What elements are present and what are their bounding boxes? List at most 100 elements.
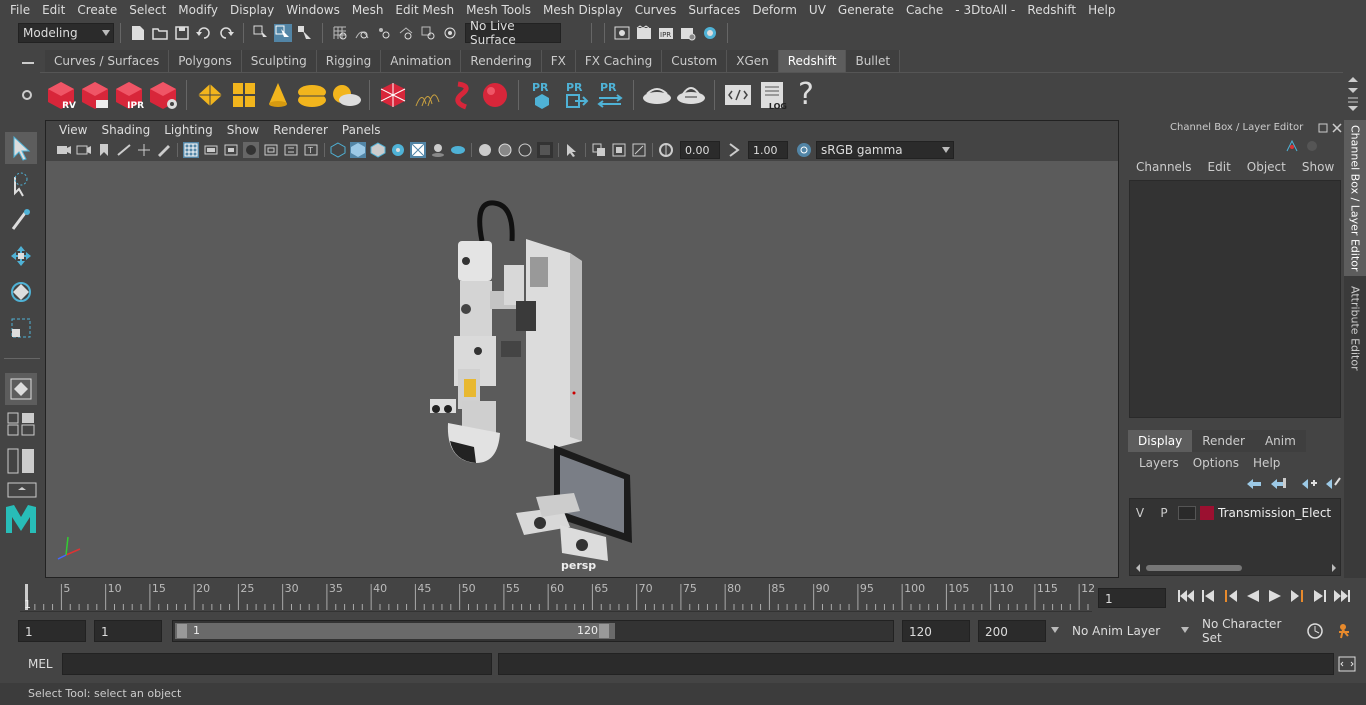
color-management-icon[interactable] — [796, 142, 812, 158]
camera-select-icon[interactable] — [56, 142, 72, 158]
bake-set-icon[interactable] — [675, 79, 707, 111]
channel-box-menu-channels[interactable]: Channels — [1128, 160, 1200, 174]
viewport-menu-renderer[interactable]: Renderer — [266, 123, 335, 137]
layer-playback-toggle[interactable]: P — [1154, 506, 1174, 520]
textured-icon[interactable] — [390, 142, 406, 158]
image-plane-icon[interactable] — [116, 142, 132, 158]
layer-list-scrollbar[interactable] — [1134, 562, 1338, 572]
channel-box-menu-show[interactable]: Show — [1294, 160, 1342, 174]
tab-fx-caching[interactable]: FX Caching — [575, 50, 663, 72]
viewport-3d[interactable]: persp — [46, 161, 1118, 577]
anim-layer-dropdown[interactable]: No Anim Layer — [1050, 620, 1170, 642]
step-forward-icon[interactable] — [1311, 588, 1327, 607]
play-forwards-icon[interactable] — [1267, 588, 1283, 607]
field-chart-icon[interactable] — [263, 142, 279, 158]
snap-curve-icon[interactable] — [353, 24, 371, 42]
tab-rigging[interactable]: Rigging — [316, 50, 382, 72]
bookmark-icon[interactable] — [96, 142, 112, 158]
layer-name[interactable]: Transmission_Electron — [1218, 506, 1332, 520]
tab-custom[interactable]: Custom — [662, 50, 728, 72]
redshift-sphere-icon[interactable] — [479, 79, 511, 111]
frame-all-icon[interactable] — [591, 142, 607, 158]
step-back-key-icon[interactable] — [1223, 588, 1239, 607]
snap-view-icon[interactable] — [397, 24, 415, 42]
menu-mesh-tools[interactable]: Mesh Tools — [460, 3, 537, 17]
select-hierarchy-icon[interactable] — [252, 24, 270, 42]
isolate-select-icon[interactable] — [477, 142, 493, 158]
side-tab-attribute-editor[interactable]: Attribute Editor — [1344, 280, 1366, 376]
safe-title-icon[interactable]: T — [303, 142, 319, 158]
menu-edit-mesh[interactable]: Edit Mesh — [389, 3, 460, 17]
render-frame-icon[interactable] — [635, 24, 653, 42]
gamma-icon[interactable] — [726, 142, 742, 158]
move-layer-down-icon[interactable] — [1269, 476, 1287, 493]
two-d-pan-icon[interactable] — [136, 142, 152, 158]
script-editor-icon[interactable] — [1338, 655, 1356, 676]
pr-export-icon[interactable]: PR — [560, 79, 592, 111]
redshift-settings-icon[interactable] — [147, 79, 179, 111]
menu-curves[interactable]: Curves — [629, 3, 683, 17]
log-icon[interactable]: LOG — [756, 79, 788, 111]
pr-object-icon[interactable]: PR — [526, 79, 558, 111]
code-editor-icon[interactable] — [722, 79, 754, 111]
menu-file[interactable]: File — [4, 3, 36, 17]
redshift-spot-light-icon[interactable] — [262, 79, 294, 111]
character-set-dropdown[interactable]: No Character Set — [1180, 617, 1300, 645]
tab-curves-surfaces[interactable]: Curves / Surfaces — [45, 50, 170, 72]
select-tool-icon[interactable] — [5, 132, 37, 164]
xray-joints-icon[interactable] — [517, 142, 533, 158]
menu-select[interactable]: Select — [123, 3, 172, 17]
menu-generate[interactable]: Generate — [832, 3, 900, 17]
wireframe-on-shaded-icon[interactable] — [370, 142, 386, 158]
new-scene-icon[interactable] — [129, 24, 147, 42]
channel-box-toggle-icon[interactable] — [1284, 138, 1300, 157]
lasso-tool-icon[interactable] — [5, 168, 37, 200]
rotate-tool-icon[interactable] — [5, 276, 37, 308]
mode-dropdown[interactable]: Modeling — [18, 23, 114, 43]
xray-components-icon[interactable] — [537, 142, 553, 158]
tab-render-layers[interactable]: Render — [1192, 430, 1255, 452]
move-tool-icon[interactable] — [5, 240, 37, 272]
snap-grid-icon[interactable] — [331, 24, 349, 42]
select-camera-icon[interactable] — [564, 142, 580, 158]
color-space-dropdown[interactable]: sRGB gamma — [816, 141, 954, 159]
animation-preferences-icon[interactable] — [1336, 622, 1356, 643]
gamma-field[interactable]: 1.00 — [748, 141, 788, 159]
redshift-ipr-icon[interactable]: IPR — [113, 79, 145, 111]
select-component-icon[interactable] — [296, 24, 314, 42]
menu-edit[interactable]: Edit — [36, 3, 71, 17]
xray-icon[interactable] — [497, 142, 513, 158]
shelf-settings-icon[interactable] — [20, 88, 36, 105]
wireframe-icon[interactable] — [330, 142, 346, 158]
menu-modify[interactable]: Modify — [172, 3, 224, 17]
ipr-render-icon[interactable]: IPR — [657, 24, 675, 42]
viewport-menu-shading[interactable]: Shading — [94, 123, 157, 137]
channel-box-menu-edit[interactable]: Edit — [1200, 160, 1239, 174]
tab-anim-layers[interactable]: Anim — [1254, 430, 1306, 452]
channel-box-menu-object[interactable]: Object — [1239, 160, 1294, 174]
tab-bullet[interactable]: Bullet — [846, 50, 901, 72]
fit-view-icon[interactable] — [631, 142, 647, 158]
side-tab-channel-box[interactable]: Channel Box / Layer Editor — [1344, 120, 1366, 276]
new-layer-icon[interactable] — [1300, 476, 1318, 493]
range-start-grip[interactable] — [177, 624, 187, 638]
help-icon[interactable]: ? — [790, 77, 822, 112]
viewport-menu-lighting[interactable]: Lighting — [157, 123, 220, 137]
viewport-menu-view[interactable]: View — [52, 123, 94, 137]
redshift-hair-icon[interactable] — [411, 79, 443, 111]
grease-pencil-icon[interactable] — [156, 142, 172, 158]
scale-tool-icon[interactable] — [5, 312, 37, 344]
redshift-area-light-icon[interactable] — [194, 79, 226, 111]
menu-display[interactable]: Display — [224, 3, 280, 17]
redshift-portal-light-icon[interactable] — [228, 79, 260, 111]
redshift-dome-light-icon[interactable] — [296, 79, 328, 111]
paint-select-tool-icon[interactable] — [5, 204, 37, 236]
channel-box-manipulator-icon[interactable] — [1304, 138, 1320, 157]
move-layer-up-icon[interactable] — [1245, 476, 1263, 493]
tab-display-layers[interactable]: Display — [1128, 430, 1193, 452]
bake-icon[interactable] — [641, 79, 673, 111]
frame-selection-icon[interactable] — [611, 142, 627, 158]
tab-redshift[interactable]: Redshift — [778, 50, 847, 72]
film-gate-icon[interactable] — [203, 142, 219, 158]
menu-cache[interactable]: Cache — [900, 3, 949, 17]
